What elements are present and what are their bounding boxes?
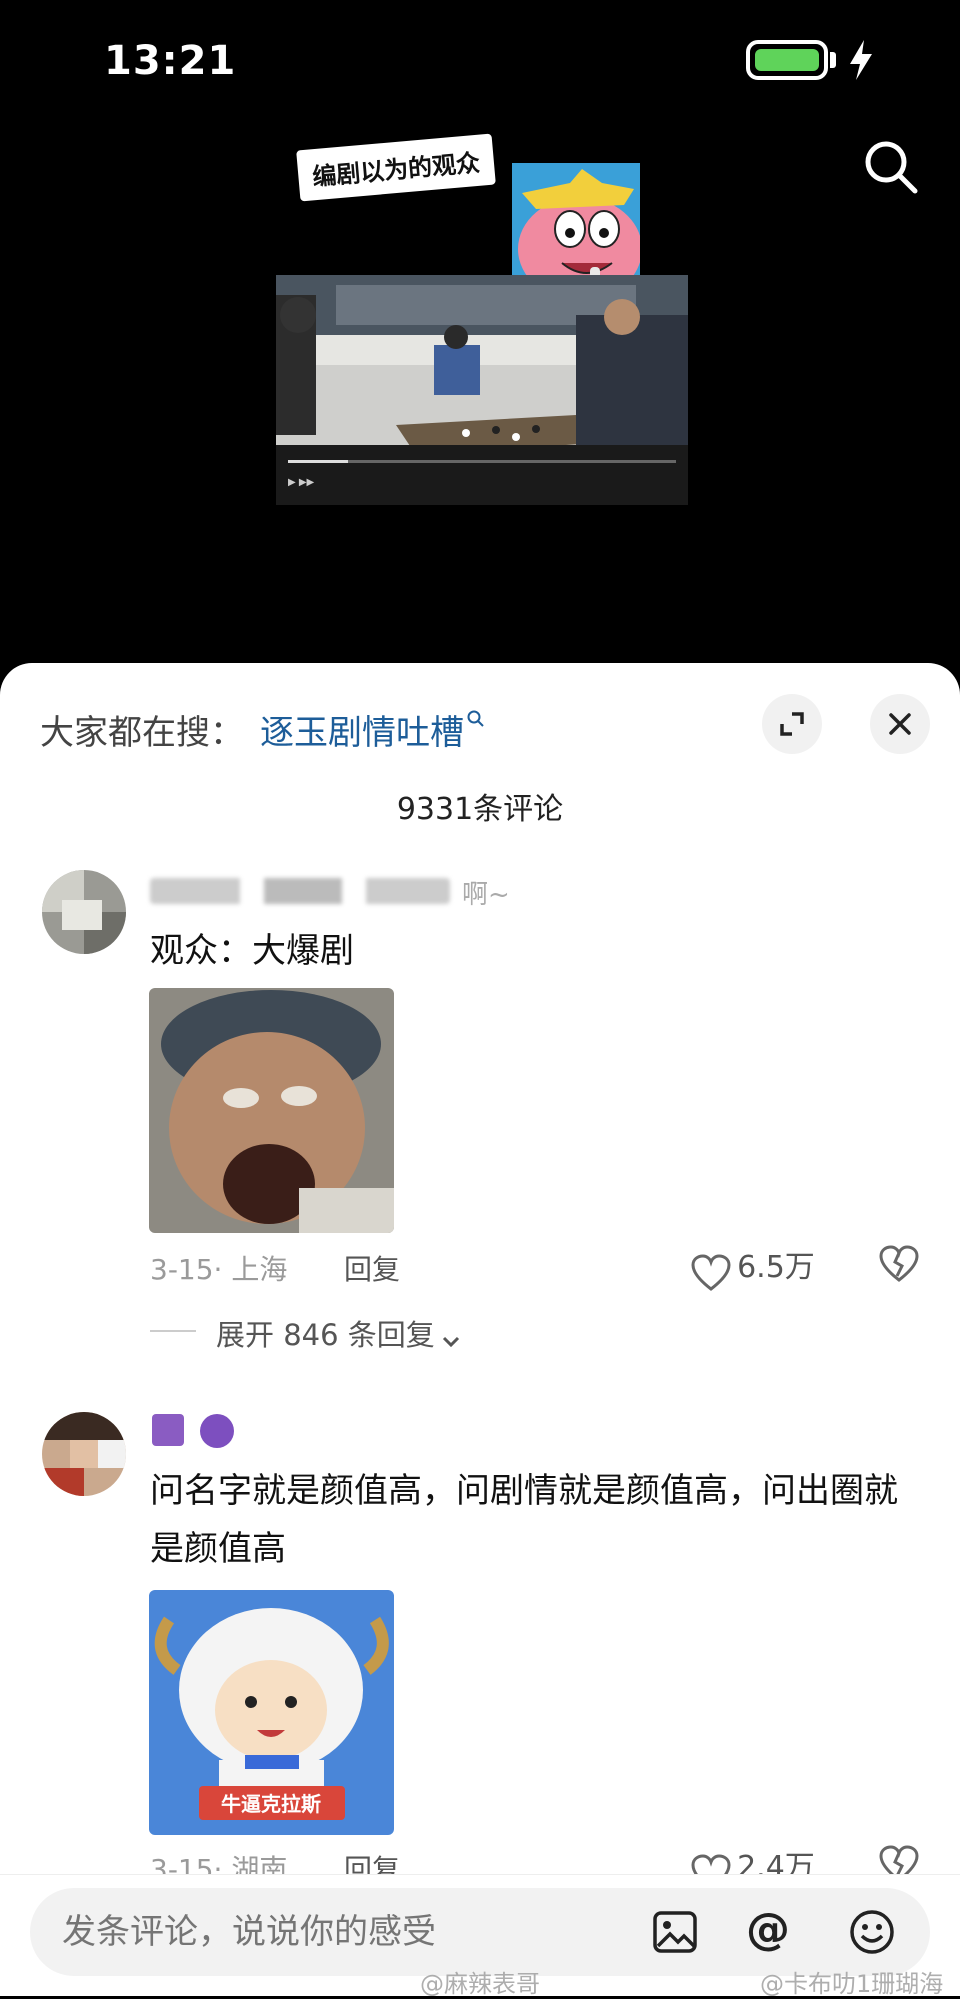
watermark: @卡布叻1珊瑚海 [760,1970,944,1998]
hot-search-link-label: 逐玉剧情吐槽 [260,713,464,753]
hot-search-link[interactable]: 逐玉剧情吐槽 [260,705,486,754]
battery-icon [746,40,828,80]
mention-icon[interactable]: @ [746,1904,790,1955]
emoji-icon[interactable] [848,1908,896,1956]
user-badge [200,1414,234,1448]
thread-divider [150,1330,196,1332]
search-icon[interactable] [862,138,920,196]
comment-text: 观众：大爆剧 [150,931,354,971]
avatar[interactable] [42,870,126,954]
comment-image[interactable]: 牛逼克拉斯 [149,1590,394,1835]
username-blurred[interactable] [150,878,450,904]
watermark: @麻辣表哥 [420,1970,540,1998]
expand-replies-button[interactable]: 展开 846 条回复 [216,1312,462,1354]
svg-text:▶ ▶▶: ▶ ▶▶ [288,477,315,488]
close-panel-button[interactable] [870,694,930,754]
status-time: 13:21 [104,38,237,84]
avatar[interactable] [42,1412,126,1496]
reply-button[interactable]: 回复 [344,1248,400,1288]
battery-tip [830,52,836,68]
username-suffix: 啊~ [462,880,510,910]
search-small-icon [467,710,484,727]
image-caption: 牛逼克拉斯 [221,1792,321,1816]
comments-panel [0,663,960,1995]
comment-input[interactable] [62,1912,622,1952]
image-icon[interactable] [652,1910,698,1954]
comment-count: 9331条评论 [396,792,564,827]
patrick-meme-image [512,163,640,293]
close-icon [889,713,911,735]
comment-text: 问名字就是颜值高，问剧情就是颜值高，问出圈就是颜值高 [150,1471,898,1569]
chevron-down-icon [442,1336,459,1347]
hot-search-prefix: 大家都在搜： [40,713,244,753]
expand-replies-label: 展开 846 条回复 [216,1318,435,1352]
comment-date-location: 3-15· 上海 [150,1253,288,1286]
like-button[interactable]: 6.5万 [690,1242,815,1293]
like-count: 6.5万 [737,1250,815,1285]
charging-bolt-icon [850,40,872,80]
comment-image[interactable] [149,988,394,1233]
video-caption: 编剧以为的观众 [296,133,496,202]
dislike-icon[interactable] [878,1244,920,1284]
user-badge [152,1414,184,1446]
expand-panel-button[interactable] [762,694,822,754]
drama-screenshot: ▶ ▶▶ [276,275,688,505]
expand-icon [780,712,804,736]
heart-icon [691,1253,731,1291]
